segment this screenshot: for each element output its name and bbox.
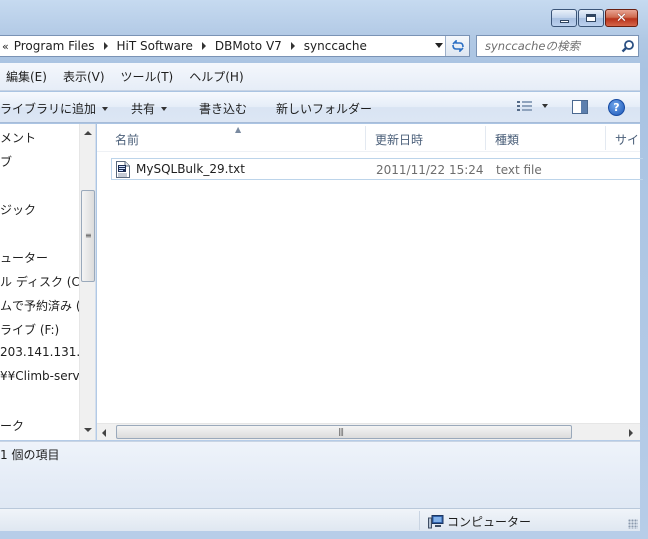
- file-list-horizontal-scrollbar[interactable]: |||: [97, 423, 640, 440]
- maximize-icon: [586, 14, 596, 22]
- status-zone: コンピューター: [428, 513, 531, 530]
- column-divider[interactable]: [485, 126, 486, 150]
- minimize-button[interactable]: [551, 9, 577, 27]
- change-view-button[interactable]: [517, 100, 548, 112]
- menu-help[interactable]: ヘルプ(H): [189, 68, 243, 85]
- scroll-up-icon[interactable]: [84, 131, 92, 135]
- caption-buttons: ✕: [550, 9, 638, 27]
- menu-view[interactable]: 表示(V): [63, 68, 105, 85]
- breadcrumb-overflow-icon[interactable]: «: [2, 40, 9, 53]
- status-bar: コンピューター: [0, 508, 640, 531]
- grip-icon: |||: [338, 427, 344, 436]
- add-to-library-button[interactable]: ライブラリに追加: [0, 100, 109, 117]
- navigation-vertical-scrollbar[interactable]: ≡: [79, 124, 95, 440]
- file-type: text file: [496, 163, 542, 177]
- column-header: ▲ 名前 更新日時 種類 サイ: [97, 124, 640, 152]
- dropdown-arrow-icon: [102, 106, 109, 111]
- address-history-dropdown-icon[interactable]: [435, 43, 443, 48]
- add-to-library-label: ライブラリに追加: [0, 102, 97, 116]
- view-details-icon: [517, 101, 532, 111]
- column-divider[interactable]: [365, 126, 366, 150]
- search-icon[interactable]: [618, 36, 638, 56]
- file-date-modified: 2011/11/22 15:24: [376, 163, 484, 177]
- burn-button[interactable]: 書き込む: [199, 100, 247, 117]
- text-file-icon: [115, 160, 131, 178]
- breadcrumb-hit-software[interactable]: HiT Software: [117, 39, 193, 53]
- computer-icon: [428, 514, 444, 528]
- share-button[interactable]: 共有: [131, 100, 168, 117]
- nav-item-drive-f[interactable]: ライブ (F:): [0, 321, 59, 338]
- sort-ascending-icon: ▲: [235, 125, 242, 134]
- search-input[interactable]: synccacheの検索: [485, 38, 618, 54]
- command-bar: ライブラリに追加 共有 書き込む 新しいフォルダー ?: [0, 92, 640, 123]
- nav-item-music[interactable]: ジック: [0, 201, 36, 218]
- details-pane: 1 個の項目: [0, 441, 640, 508]
- nav-item-local-disk-c[interactable]: ル ディスク (C:: [0, 273, 84, 290]
- nav-item-climb-server[interactable]: ¥¥Climb-serv: [0, 369, 80, 383]
- status-zone-label: コンピューター: [447, 515, 532, 529]
- new-folder-label: 新しいフォルダー: [276, 102, 373, 116]
- explorer-window: ✕ « Program Files HiT Software DBMoto V7…: [0, 0, 648, 539]
- close-icon: ✕: [616, 10, 627, 26]
- new-folder-button[interactable]: 新しいフォルダー: [276, 100, 372, 117]
- column-divider[interactable]: [605, 126, 606, 150]
- address-bar[interactable]: « Program Files HiT Software DBMoto V7 s…: [0, 35, 470, 57]
- share-label: 共有: [131, 102, 156, 116]
- help-icon: ?: [613, 101, 620, 114]
- refresh-button[interactable]: [445, 36, 469, 56]
- file-list-view: ▲ 名前 更新日時 種類 サイ MySQLBulk_29.txt 2011/11…: [97, 124, 643, 440]
- scrollbar-thumb[interactable]: |||: [116, 425, 572, 439]
- resize-grip-icon[interactable]: [628, 519, 638, 529]
- scrollbar-thumb[interactable]: ≡: [81, 190, 95, 282]
- menu-tools[interactable]: ツール(T): [121, 68, 174, 85]
- minimize-icon: [559, 20, 569, 23]
- breadcrumb-synccache[interactable]: synccache: [304, 39, 367, 53]
- nav-item-computer[interactable]: ューター: [0, 249, 48, 266]
- nav-item-documents[interactable]: メント: [0, 129, 36, 146]
- menu-edit[interactable]: 編集(E): [6, 68, 47, 85]
- scroll-down-icon[interactable]: [84, 428, 92, 432]
- breadcrumb-program-files[interactable]: Program Files: [14, 39, 95, 53]
- column-date-modified[interactable]: 更新日時: [375, 131, 423, 148]
- dropdown-arrow-icon: [542, 104, 548, 108]
- item-count: 1 個の項目: [0, 448, 60, 462]
- breadcrumb-separator-icon[interactable]: [290, 42, 295, 50]
- maximize-button[interactable]: [578, 9, 604, 27]
- refresh-icon: [451, 40, 464, 52]
- scroll-right-icon[interactable]: [629, 429, 633, 437]
- nav-item-system-reserved-e[interactable]: ムで予約済み (E: [0, 297, 88, 314]
- dropdown-arrow-icon: [161, 106, 168, 111]
- scroll-left-icon[interactable]: [102, 429, 106, 437]
- breadcrumb-dbmoto[interactable]: DBMoto V7: [215, 39, 282, 53]
- burn-label: 書き込む: [199, 102, 248, 116]
- file-name: MySQLBulk_29.txt: [136, 162, 245, 176]
- nav-item-network-drive-ip[interactable]: 203.141.131.3: [0, 345, 88, 359]
- navigation-pane: メント ブ ジック ューター ル ディスク (C: ムで予約済み (E ライブ …: [0, 124, 96, 440]
- nav-item-network[interactable]: ーク: [0, 417, 24, 434]
- breadcrumb-separator-icon[interactable]: [201, 42, 206, 50]
- column-size[interactable]: サイ: [615, 131, 639, 148]
- preview-pane-button[interactable]: [572, 100, 588, 117]
- column-type[interactable]: 種類: [495, 131, 519, 148]
- grip-icon: ≡: [85, 231, 92, 240]
- status-divider: [419, 511, 420, 530]
- help-button[interactable]: ?: [608, 99, 625, 116]
- column-name[interactable]: 名前: [115, 131, 139, 148]
- table-row[interactable]: MySQLBulk_29.txt 2011/11/22 15:24 text f…: [111, 158, 643, 180]
- close-button[interactable]: ✕: [605, 9, 638, 27]
- breadcrumb-separator-icon[interactable]: [103, 42, 108, 50]
- preview-pane-icon: [572, 100, 588, 114]
- menu-bar: 編集(E) 表示(V) ツール(T) ヘルプ(H): [0, 63, 640, 91]
- search-box[interactable]: synccacheの検索: [476, 35, 639, 57]
- nav-item-pictures[interactable]: ブ: [0, 153, 12, 170]
